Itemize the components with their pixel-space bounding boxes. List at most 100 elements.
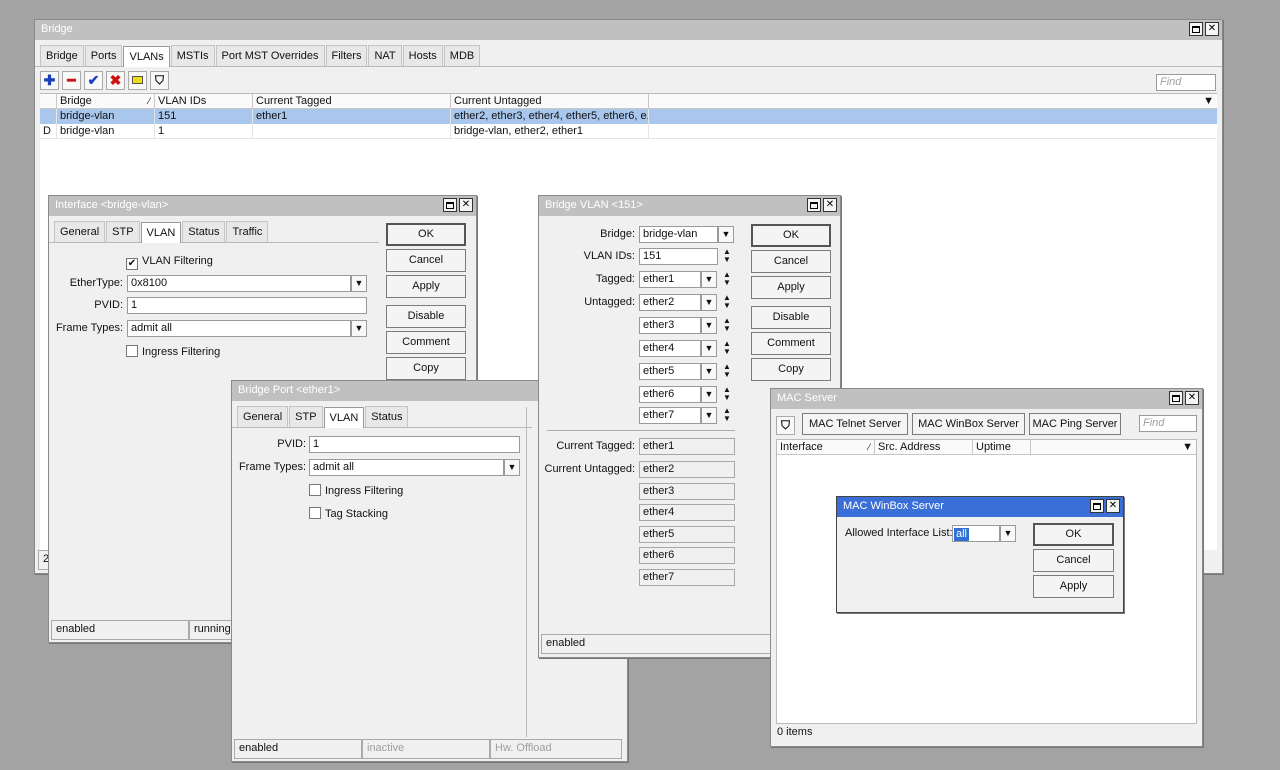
tab-bridge[interactable]: Bridge bbox=[40, 45, 84, 66]
close-icon[interactable]: ✕ bbox=[1205, 22, 1219, 36]
untagged-field-5[interactable]: ether6 bbox=[639, 386, 701, 403]
maximize-icon[interactable] bbox=[1169, 391, 1183, 405]
apply-button[interactable]: Apply bbox=[386, 275, 466, 298]
comment-button[interactable]: Comment bbox=[751, 332, 831, 355]
tab-filters[interactable]: Filters bbox=[325, 45, 368, 66]
disable-button[interactable]: Disable bbox=[751, 306, 831, 329]
apply-button[interactable]: Apply bbox=[751, 276, 831, 299]
column-current-untagged[interactable]: Current Untagged bbox=[451, 94, 649, 108]
untagged-updown-icon[interactable]: ▲ ▼ bbox=[721, 386, 733, 403]
columns-menu-icon[interactable]: ▼ bbox=[1031, 440, 1196, 454]
ok-button[interactable]: OK bbox=[1033, 523, 1114, 546]
untagged-dropdown-icon[interactable]: ▼ bbox=[701, 317, 717, 334]
tab-status[interactable]: Status bbox=[365, 406, 409, 427]
untagged-dropdown-icon[interactable]: ▼ bbox=[701, 340, 717, 357]
ingress-filtering-checkbox[interactable]: Ingress Filtering bbox=[309, 484, 403, 498]
tagged-updown-icon[interactable]: ▲ ▼ bbox=[721, 271, 733, 288]
mac-winbox-server-titlebar[interactable]: MAC WinBox Server ✕ bbox=[837, 497, 1123, 517]
pvid-field[interactable]: 1 bbox=[127, 297, 367, 314]
tab-hosts[interactable]: Hosts bbox=[402, 45, 443, 66]
column-interface[interactable]: Interface ⁄ bbox=[777, 440, 875, 454]
apply-button[interactable]: Apply bbox=[1033, 575, 1114, 598]
column-current-tagged[interactable]: Current Tagged bbox=[253, 94, 451, 108]
filter-icon[interactable]: ⛉ bbox=[150, 70, 169, 90]
untagged-updown-icon[interactable]: ▲ ▼ bbox=[721, 407, 733, 424]
copy-button[interactable]: Copy bbox=[751, 358, 831, 381]
mac-find-input[interactable]: Find bbox=[1139, 415, 1197, 432]
untagged-field-1[interactable]: ether2 bbox=[639, 294, 701, 311]
ingress-filtering-checkbox[interactable]: Ingress Filtering bbox=[126, 345, 220, 359]
maximize-icon[interactable] bbox=[443, 198, 457, 212]
tagged-dropdown-icon[interactable]: ▼ bbox=[701, 271, 717, 288]
vlan-ids-field[interactable]: 151 bbox=[639, 248, 718, 265]
tab-general[interactable]: General bbox=[54, 221, 106, 242]
ok-button[interactable]: OK bbox=[386, 223, 466, 246]
mac-server-window-titlebar[interactable]: MAC Server ✕ bbox=[771, 389, 1202, 409]
maximize-icon[interactable] bbox=[1189, 22, 1203, 36]
close-icon[interactable]: ✕ bbox=[1106, 499, 1120, 513]
untagged-dropdown-icon[interactable]: ▼ bbox=[701, 294, 717, 311]
table-row[interactable]: bridge-vlan 151 ether1 ether2, ether3, e… bbox=[40, 109, 1217, 124]
tab-mdb[interactable]: MDB bbox=[443, 45, 481, 66]
untagged-dropdown-icon[interactable]: ▼ bbox=[701, 363, 717, 380]
vlan-filtering-checkbox[interactable]: ✔ VLAN Filtering bbox=[126, 254, 213, 270]
tab-port-mst-overrides[interactable]: Port MST Overrides bbox=[215, 45, 325, 66]
vlan-ids-updown-icon[interactable]: ▲ ▼ bbox=[721, 248, 733, 265]
ethertype-field[interactable]: 0x8100 bbox=[127, 275, 351, 292]
frame-types-field[interactable]: admit all bbox=[309, 459, 504, 476]
add-icon[interactable]: ✚ bbox=[40, 70, 59, 90]
tab-nat[interactable]: NAT bbox=[368, 45, 402, 66]
table-row[interactable]: D bridge-vlan 1 bridge-vlan, ether2, eth… bbox=[40, 124, 1217, 139]
tab-status[interactable]: Status bbox=[182, 221, 226, 242]
untagged-field-6[interactable]: ether7 bbox=[639, 407, 701, 424]
ethertype-dropdown-icon[interactable]: ▼ bbox=[351, 275, 367, 292]
column-bridge[interactable]: Bridge ⁄ bbox=[57, 94, 155, 108]
bridge-field[interactable]: bridge-vlan bbox=[639, 226, 718, 243]
mac-ping-server-button[interactable]: MAC Ping Server bbox=[1029, 413, 1121, 435]
remove-icon[interactable]: ━ bbox=[62, 70, 81, 90]
tab-stp[interactable]: STP bbox=[289, 406, 323, 427]
tab-traffic[interactable]: Traffic bbox=[226, 221, 269, 242]
enable-icon[interactable]: ✔ bbox=[84, 70, 103, 90]
columns-menu-icon[interactable]: ▼ bbox=[649, 94, 1217, 108]
tagged-field[interactable]: ether1 bbox=[639, 271, 701, 288]
column-uptime[interactable]: Uptime bbox=[973, 440, 1031, 454]
untagged-dropdown-icon[interactable]: ▼ bbox=[701, 407, 717, 424]
tab-mstis[interactable]: MSTIs bbox=[170, 45, 215, 66]
tab-vlan[interactable]: VLAN bbox=[323, 407, 365, 428]
tab-ports[interactable]: Ports bbox=[84, 45, 123, 66]
mac-telnet-server-button[interactable]: MAC Telnet Server bbox=[802, 413, 908, 435]
frame-types-dropdown-icon[interactable]: ▼ bbox=[351, 320, 367, 337]
tab-stp[interactable]: STP bbox=[106, 221, 140, 242]
bridge-window-titlebar[interactable]: Bridge ✕ bbox=[35, 20, 1222, 40]
untagged-updown-icon[interactable]: ▲ ▼ bbox=[721, 340, 733, 357]
cancel-button[interactable]: Cancel bbox=[386, 249, 466, 272]
pvid-field[interactable]: 1 bbox=[309, 436, 520, 453]
maximize-icon[interactable] bbox=[1090, 499, 1104, 513]
tab-general[interactable]: General bbox=[237, 406, 289, 427]
close-icon[interactable]: ✕ bbox=[459, 198, 473, 212]
frame-types-field[interactable]: admit all bbox=[127, 320, 351, 337]
cancel-button[interactable]: Cancel bbox=[751, 250, 831, 273]
disable-icon[interactable]: ✖ bbox=[106, 70, 125, 90]
frame-types-dropdown-icon[interactable]: ▼ bbox=[504, 459, 520, 476]
ok-button[interactable]: OK bbox=[751, 224, 831, 247]
bridge-vlan-window-titlebar[interactable]: Bridge VLAN <151> ✕ bbox=[539, 196, 840, 216]
tag-stacking-checkbox[interactable]: Tag Stacking bbox=[309, 507, 388, 521]
cancel-button[interactable]: Cancel bbox=[1033, 549, 1114, 572]
untagged-updown-icon[interactable]: ▲ ▼ bbox=[721, 294, 733, 311]
mac-winbox-server-button[interactable]: MAC WinBox Server bbox=[912, 413, 1025, 435]
comment-button[interactable]: Comment bbox=[386, 331, 466, 354]
filter-icon[interactable]: ⛉ bbox=[776, 416, 795, 435]
untagged-dropdown-icon[interactable]: ▼ bbox=[701, 386, 717, 403]
untagged-updown-icon[interactable]: ▲ ▼ bbox=[721, 317, 733, 334]
comment-icon[interactable] bbox=[128, 70, 147, 90]
disable-button[interactable]: Disable bbox=[386, 305, 466, 328]
untagged-field-3[interactable]: ether4 bbox=[639, 340, 701, 357]
interface-window-titlebar[interactable]: Interface <bridge-vlan> ✕ bbox=[49, 196, 476, 216]
close-icon[interactable]: ✕ bbox=[1185, 391, 1199, 405]
bridge-find-input[interactable]: Find bbox=[1156, 74, 1216, 91]
column-src-address[interactable]: Src. Address bbox=[875, 440, 973, 454]
untagged-field-2[interactable]: ether3 bbox=[639, 317, 701, 334]
allowed-interface-list-field[interactable]: all bbox=[952, 525, 1000, 542]
